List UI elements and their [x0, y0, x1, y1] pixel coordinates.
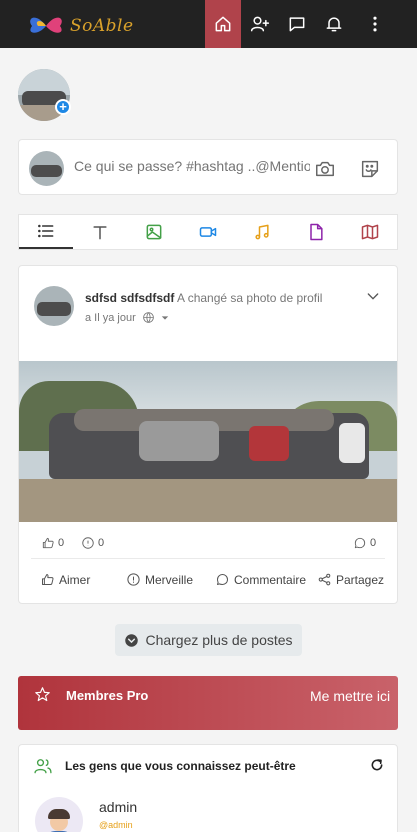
comment-label: Commentaire	[234, 572, 307, 587]
logo-text: SoAble	[70, 16, 134, 36]
add-user-icon	[250, 16, 270, 32]
globe-icon[interactable]	[142, 311, 155, 324]
like-count[interactable]: 0	[41, 536, 64, 550]
post-options-button[interactable]	[365, 288, 381, 309]
suggested-user-name[interactable]: admin	[99, 799, 137, 815]
post-author-name[interactable]: sdfsd sdfsdfsdf	[85, 291, 174, 305]
load-more-label: Chargez plus de postes	[145, 632, 293, 648]
nav-messages-button[interactable]	[279, 0, 315, 48]
nav-home-button[interactable]	[205, 0, 241, 48]
composer-input[interactable]	[74, 152, 310, 180]
post-card: sdfsd sdfsdfsdf A changé sa photo de pro…	[18, 265, 398, 604]
list-icon	[38, 224, 54, 238]
add-story-button[interactable]: +	[55, 99, 71, 115]
sticker-icon	[361, 160, 379, 178]
home-icon	[215, 16, 231, 32]
star-icon	[35, 687, 50, 702]
post-meta: a Il ya jour	[85, 311, 169, 324]
wonder-count[interactable]: 0	[81, 536, 104, 550]
comment-button[interactable]: Commentaire	[215, 572, 306, 587]
privacy-caret-icon[interactable]	[161, 314, 169, 322]
more-vertical-icon	[373, 16, 377, 32]
nav-add-friend-button[interactable]	[242, 0, 278, 48]
wonder-count-value: 0	[98, 537, 105, 549]
pro-members-banner: Membres Pro Me mettre ici	[18, 676, 398, 730]
refresh-icon[interactable]	[369, 757, 385, 773]
wonder-icon	[82, 537, 94, 549]
like-count-value: 0	[58, 537, 65, 549]
comment-icon	[354, 537, 366, 549]
like-label: Aimer	[59, 572, 91, 587]
like-icon	[42, 537, 54, 549]
composer-avatar	[29, 151, 64, 186]
music-icon	[255, 224, 269, 240]
wonder-icon	[127, 573, 140, 586]
wonder-button[interactable]: Merveille	[126, 572, 193, 587]
share-icon	[318, 573, 331, 586]
share-label: Partagez	[336, 572, 385, 587]
map-icon	[361, 224, 379, 240]
pro-members-cta[interactable]: Me mettre ici	[310, 688, 390, 704]
tab-files[interactable]	[289, 215, 343, 249]
post-divider	[31, 558, 385, 559]
comment-count[interactable]: 0	[353, 536, 376, 550]
tab-videos[interactable]	[181, 215, 235, 249]
chevron-down-icon	[367, 293, 379, 300]
tab-text[interactable]	[73, 215, 127, 249]
file-icon	[310, 223, 323, 241]
messages-icon	[289, 17, 305, 32]
camera-icon	[316, 161, 334, 177]
tab-all-posts[interactable]	[19, 215, 73, 249]
post-type-tabs	[18, 214, 398, 250]
tab-maps[interactable]	[343, 215, 397, 249]
app-logo[interactable]: SoAble	[26, 12, 136, 38]
text-icon	[93, 226, 107, 240]
suggested-user-avatar[interactable]	[35, 797, 83, 832]
post-author-avatar[interactable]	[34, 286, 74, 326]
post-action-text: A changé sa photo de profil	[177, 291, 323, 305]
nav-more-button[interactable]	[357, 0, 393, 48]
pro-members-title: Membres Pro	[66, 688, 149, 703]
chevron-circle-down-icon	[125, 633, 139, 647]
post-image[interactable]	[19, 361, 397, 522]
top-navbar: SoAble	[0, 0, 417, 48]
sticker-button[interactable]	[359, 158, 381, 185]
like-icon	[42, 574, 54, 585]
logo-butterfly-icon	[30, 17, 62, 33]
tab-music[interactable]	[235, 215, 289, 249]
suggested-user-handle[interactable]: @admin	[99, 820, 133, 830]
post-composer	[18, 139, 398, 195]
users-icon	[34, 759, 52, 774]
comment-count-value: 0	[370, 537, 377, 549]
bell-icon	[326, 17, 342, 32]
share-button[interactable]: Partagez	[317, 572, 384, 587]
load-more-button[interactable]: Chargez plus de postes	[115, 624, 302, 656]
nav-notifications-button[interactable]	[316, 0, 352, 48]
post-time[interactable]: a Il ya jour	[85, 312, 136, 324]
suggested-people-title: Les gens que vous connaissez peut-être	[65, 759, 296, 773]
like-button[interactable]: Aimer	[40, 572, 90, 587]
suggested-people-card: Les gens que vous connaissez peut-être a…	[18, 744, 398, 832]
image-icon	[146, 224, 162, 240]
tab-images[interactable]	[127, 215, 181, 249]
post-header: sdfsd sdfsdfsdf A changé sa photo de pro…	[85, 291, 322, 305]
wonder-label: Merveille	[145, 572, 194, 587]
comment-icon	[217, 574, 228, 585]
video-icon	[199, 227, 217, 237]
camera-button[interactable]	[314, 158, 336, 185]
